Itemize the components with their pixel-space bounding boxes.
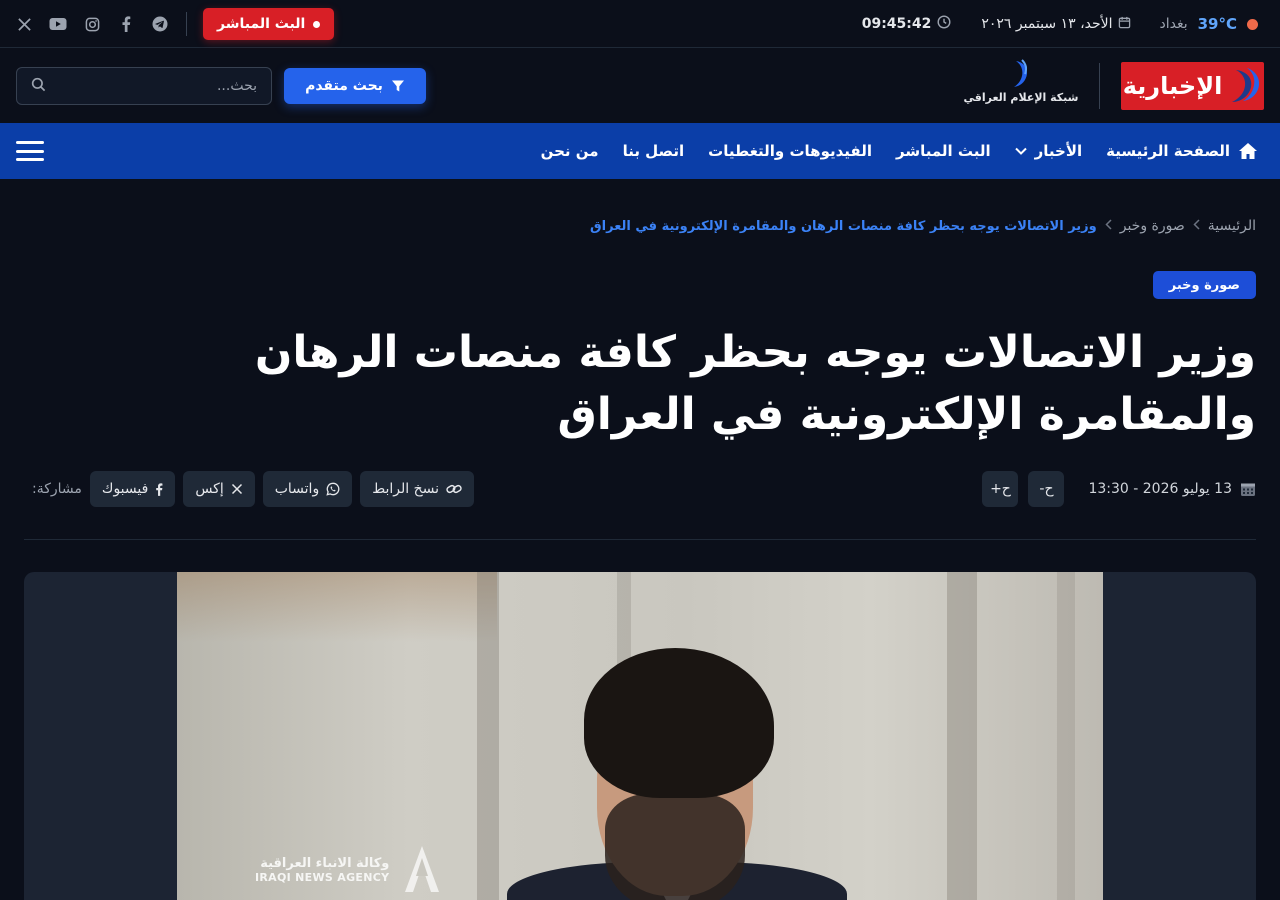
breadcrumb: الرئيسية صورة وخبر وزير الاتصالات يوجه ب… (590, 218, 1256, 234)
ina-logo-icon (405, 846, 440, 892)
nav-item-news[interactable]: الأخبار (1003, 123, 1095, 179)
site-logo[interactable]: الإخبارية (1121, 62, 1264, 110)
ina-watermark: وكالة الانباء العراقية IRAQI NEWS AGENCY (255, 844, 445, 896)
x-icon (231, 483, 242, 495)
top-bar: 39°C بغداد الأحد، ١٣ سبتمبر ٢٠٢٦ 09:45:4… (0, 0, 1280, 48)
live-stream-label: البث المباشر (217, 16, 306, 32)
city-name: بغداد (1159, 16, 1188, 32)
x-icon[interactable] (14, 14, 34, 34)
facebook-icon (156, 482, 163, 496)
font-increase-button[interactable]: ح+ (982, 471, 1019, 507)
share-facebook-button[interactable]: فيسبوك (89, 471, 176, 507)
article-date: 13 يوليو 2026 - 13:30 (1088, 481, 1256, 497)
social-bar: البث المباشر (14, 0, 335, 48)
nav-item-live[interactable]: البث المباشر (884, 123, 1003, 179)
font-decrease-button[interactable]: ح- (1028, 471, 1065, 507)
site-header: الإخبارية شبكة الإعلام العراقي بحث متقدم (0, 49, 1280, 123)
chevron-down-icon (1014, 147, 1027, 155)
home-icon (1239, 143, 1257, 159)
nav-items: الصفحة الرئيسية الأخبار البث المباشر الف… (529, 123, 1258, 179)
nav-item-about[interactable]: من نحن (529, 123, 611, 179)
filter-icon (391, 80, 404, 92)
network-logo-text: شبكة الإعلام العراقي (963, 91, 1079, 104)
nav-item-label: البث المباشر (895, 142, 991, 160)
watermark-arabic: وكالة الانباء العراقية (260, 856, 390, 871)
share-label: مشاركة: (32, 481, 82, 497)
featured-image-frame: وكالة الانباء العراقية IRAQI NEWS AGENCY (24, 572, 1256, 900)
link-icon (446, 484, 462, 494)
nav-item-contact[interactable]: اتصل بنا (611, 123, 697, 179)
copy-link-label: نسخ الرابط (372, 481, 440, 497)
copy-link-button[interactable]: نسخ الرابط (360, 471, 475, 507)
breadcrumb-category[interactable]: صورة وخبر (1120, 218, 1185, 234)
nav-item-home[interactable]: الصفحة الرئيسية (1094, 123, 1258, 179)
article-datetime: 13 يوليو 2026 - 13:30 (1088, 481, 1232, 497)
temperature: 39°C (1197, 15, 1237, 33)
time-text: 09:45:42 (861, 16, 932, 32)
search-box (16, 67, 272, 105)
nav-item-label: الأخبار (1034, 142, 1083, 160)
chevron-left-icon (1193, 218, 1200, 234)
advanced-search-button[interactable]: بحث متقدم (284, 68, 426, 104)
meta-divider (24, 539, 1256, 540)
current-time: 09:45:42 (862, 15, 952, 33)
clock-icon (937, 15, 951, 33)
meta-date-and-font: 13 يوليو 2026 - 13:30 ح- ح+ (982, 471, 1256, 507)
advanced-search-label: بحث متقدم (305, 78, 383, 94)
featured-image[interactable]: وكالة الانباء العراقية IRAQI NEWS AGENCY (177, 572, 1103, 900)
category-badge[interactable]: صورة وخبر (1152, 271, 1256, 299)
instagram-icon[interactable] (82, 14, 102, 34)
share-whatsapp-button[interactable]: واتساب (262, 471, 353, 507)
telegram-icon[interactable] (150, 14, 170, 34)
nav-item-label: الفيديوهات والتغطيات (708, 142, 872, 160)
nav-item-label: الصفحة الرئيسية (1106, 142, 1230, 160)
calendar-icon (1241, 483, 1255, 496)
article-title: وزير الاتصالات يوجه بحظر كافة منصات الره… (254, 327, 1256, 440)
live-stream-button[interactable]: البث المباشر (203, 8, 335, 40)
nav-item-label: اتصل بنا (622, 142, 685, 160)
top-bar-divider (186, 12, 187, 36)
network-logo-icon (1014, 59, 1028, 87)
share-facebook-label: فيسبوك (101, 481, 149, 497)
share-x-button[interactable]: إكس (183, 471, 255, 507)
breadcrumb-current: وزير الاتصالات يوجه بحظر كافة منصات الره… (590, 218, 1097, 234)
share-whatsapp-label: واتساب (274, 481, 320, 497)
current-date: الأحد، ١٣ سبتمبر ٢٠٢٦ (981, 16, 1131, 33)
weather-status-dot (1247, 18, 1258, 30)
logo-mark-icon (1232, 68, 1260, 102)
share-bar: مشاركة: فيسبوك إكس واتساب نسخ الرابط (24, 471, 475, 507)
breadcrumb-home[interactable]: الرئيسية (1208, 218, 1256, 234)
logo-divider (1099, 63, 1100, 109)
network-logo[interactable]: شبكة الإعلام العراقي (962, 59, 1080, 111)
date-text: الأحد، ١٣ سبتمبر ٢٠٢٦ (981, 16, 1113, 32)
live-dot-icon (313, 20, 321, 28)
nav-item-videos[interactable]: الفيديوهات والتغطيات (696, 123, 884, 179)
calendar-icon (1118, 16, 1131, 33)
search-icon[interactable] (31, 77, 46, 96)
facebook-icon[interactable] (116, 14, 136, 34)
youtube-icon[interactable] (48, 14, 68, 34)
whatsapp-icon (326, 482, 340, 496)
main-navigation: الصفحة الرئيسية الأخبار البث المباشر الف… (0, 123, 1280, 179)
search-input[interactable] (46, 78, 257, 94)
share-x-label: إكس (195, 481, 224, 497)
article-meta: 13 يوليو 2026 - 13:30 ح- ح+ مشاركة: فيسب… (24, 471, 1256, 507)
hamburger-menu-icon[interactable] (16, 138, 44, 164)
watermark-english: IRAQI NEWS AGENCY (255, 871, 390, 884)
nav-item-label: من نحن (540, 142, 599, 160)
weather-date-bar: 39°C بغداد الأحد، ١٣ سبتمبر ٢٠٢٦ 09:45:4… (862, 0, 1258, 48)
chevron-left-icon (1105, 218, 1112, 234)
logo-text: الإخبارية (1122, 72, 1223, 100)
